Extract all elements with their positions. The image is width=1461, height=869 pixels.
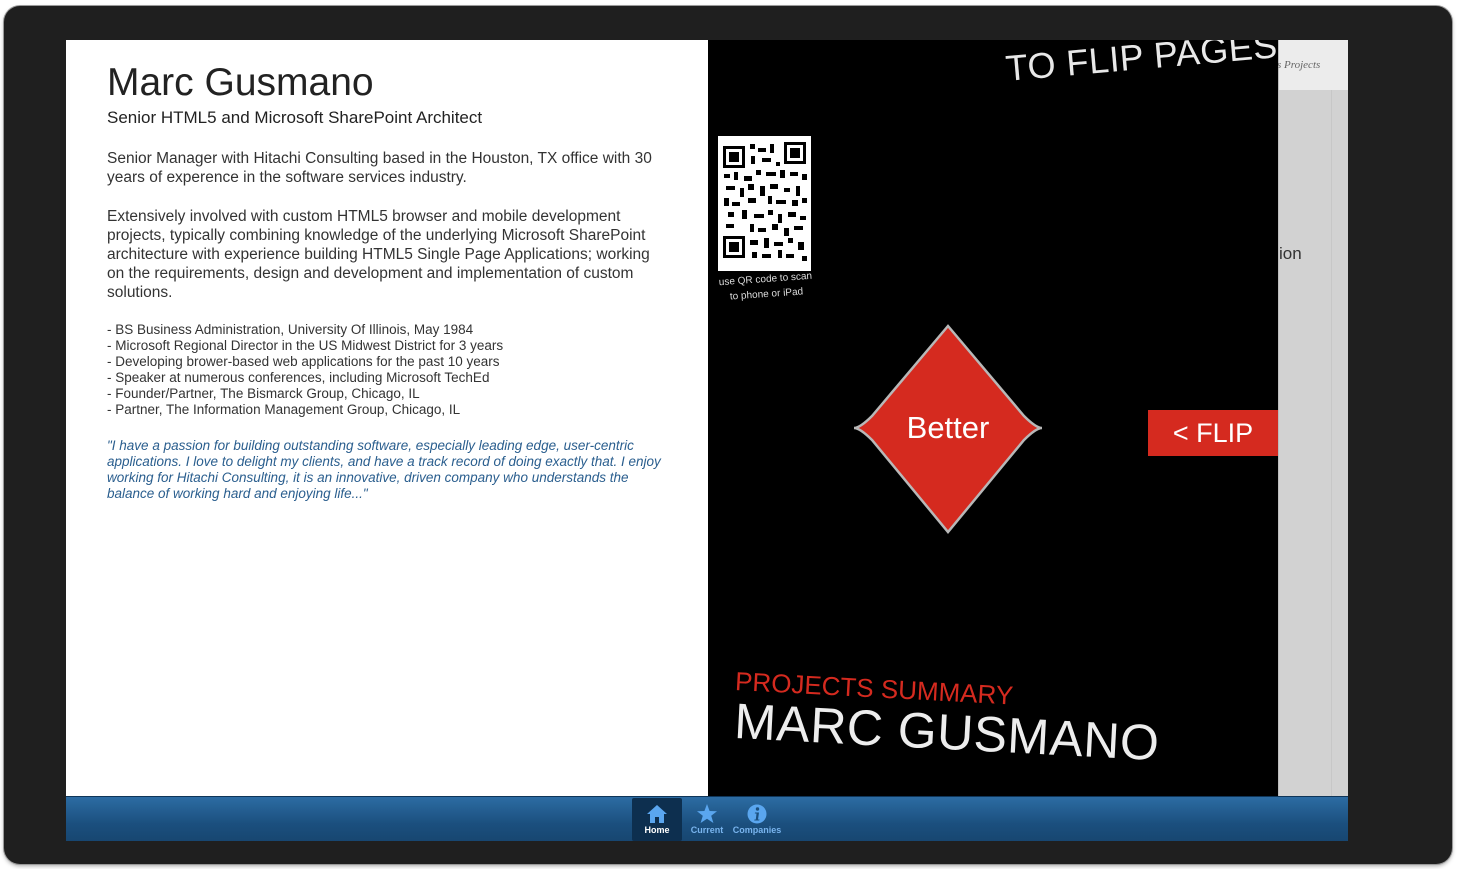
flipbook-cover-page[interactable]: TO FLIP PAGES use QR code to scan to pho… <box>708 40 1278 796</box>
credential-item: - Partner, The Information Management Gr… <box>107 402 461 417</box>
profile-name: Marc Gusmano <box>107 61 374 104</box>
credential-item: - BS Business Administration, University… <box>107 322 474 337</box>
profile-page: Marc Gusmano Senior HTML5 and Microsoft … <box>66 40 708 796</box>
bottom-nav-bar: Home Current Companies <box>66 796 1348 841</box>
diamond-shape <box>853 324 1043 534</box>
nav-companies-label: Companies <box>732 825 782 835</box>
nav-home-label: Home <box>644 825 670 835</box>
nav-companies[interactable]: Companies <box>732 798 782 841</box>
better-diamond[interactable]: Better <box>853 324 1043 534</box>
device-frame: s Projects ion Marc Gusmano Senior HTML5… <box>4 6 1452 864</box>
credential-item: - Speaker at numerous conferences, inclu… <box>107 370 490 385</box>
background-page-text-fragment: ion <box>1279 244 1302 263</box>
star-icon <box>697 804 717 823</box>
background-page-divider <box>1331 90 1332 796</box>
background-page-title-fragment: s Projects <box>1277 59 1321 71</box>
credentials-list: - BS Business Administration, University… <box>107 322 503 418</box>
info-icon <box>747 804 767 824</box>
credential-item: - Developing brower-based web applicatio… <box>107 354 500 369</box>
qr-code-caption: use QR code to scan to phone or iPad <box>715 269 817 306</box>
background-page-header: s Projects <box>1277 40 1348 90</box>
nav-home[interactable]: Home <box>632 798 682 841</box>
home-icon <box>647 805 667 823</box>
profile-title: Senior HTML5 and Microsoft SharePoint Ar… <box>107 108 483 127</box>
nav-current-label: Current <box>690 825 724 835</box>
flip-button[interactable]: < FLIP <box>1148 410 1278 456</box>
profile-quote: "I have a passion for building outstandi… <box>107 438 661 501</box>
credential-item: - Microsoft Regional Director in the US … <box>107 338 504 353</box>
profile-experience: Extensively involved with custom HTML5 b… <box>107 208 650 301</box>
app-screen: s Projects ion Marc Gusmano Senior HTML5… <box>66 40 1348 841</box>
qr-code-image <box>718 136 811 271</box>
credential-item: - Founder/Partner, The Bismarck Group, C… <box>107 386 420 401</box>
profile-summary: Senior Manager with Hitachi Consulting b… <box>107 150 652 186</box>
projects-summary-name: MARC GUSMANO <box>733 692 1161 772</box>
flip-instruction-text: TO FLIP PAGES <box>1004 40 1278 89</box>
nav-current[interactable]: Current <box>682 798 732 841</box>
background-page: s Projects ion <box>1277 40 1348 796</box>
